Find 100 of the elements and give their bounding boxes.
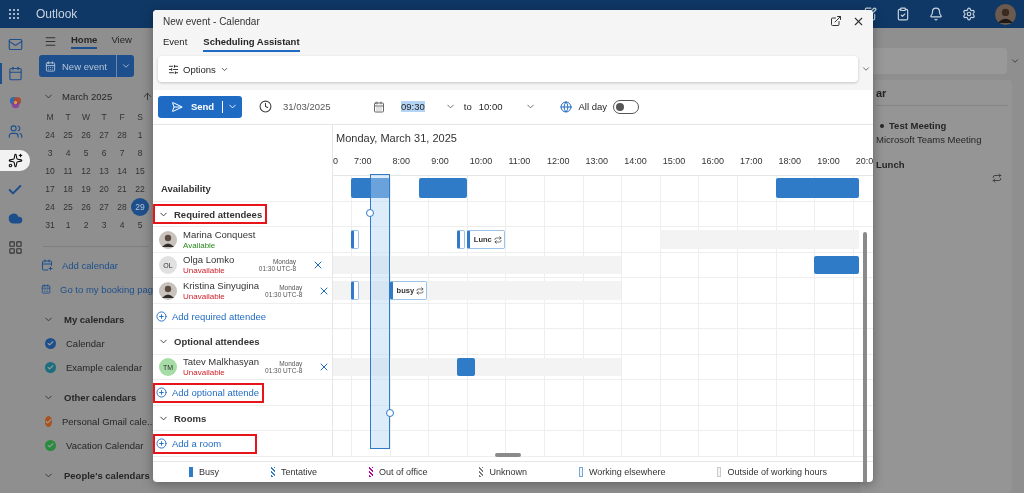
event-title[interactable]: Lunch [876,159,905,170]
calendar-day[interactable]: 27 [95,198,113,216]
send-button[interactable]: Send [158,95,242,118]
group-title[interactable]: Other calendars [64,391,137,403]
date-field[interactable]: 31/03/2025 [283,101,373,113]
calendar-day[interactable]: 12 [77,162,95,180]
calendar-day[interactable]: 24 [41,198,59,216]
tab[interactable]: Event [163,32,188,52]
add-link[interactable]: Add a room [153,433,257,454]
ribbon-tab[interactable]: View [111,33,132,49]
calendar-day[interactable]: 27 [95,126,113,144]
globe-icon[interactable] [559,100,572,113]
mail-icon[interactable] [7,37,23,52]
start-time-field[interactable]: 09:30 [401,101,425,113]
calendar-name[interactable]: Calendar [66,337,105,349]
app-launcher-icon[interactable] [8,8,20,20]
notifications-icon[interactable] [929,7,943,21]
calendar-day[interactable]: 6 [95,144,113,162]
plus-icon[interactable] [156,438,167,450]
profile-avatar[interactable] [995,3,1016,25]
calendar-color-check[interactable] [45,361,56,373]
add-calendar-icon[interactable] [41,259,53,271]
rail-button[interactable] [0,150,30,171]
group-title[interactable]: My calendars [64,313,125,325]
calendar-day[interactable]: 3 [95,216,113,234]
chevron-icon[interactable] [1010,56,1020,66]
calendar-day[interactable]: 5 [77,144,95,162]
clipboard-icon[interactable] [896,7,910,21]
scrollbar[interactable] [495,452,521,457]
calendar-day[interactable]: 20 [95,180,113,198]
calendar-day[interactable]: 18 [59,180,77,198]
calendar-name[interactable]: Personal Gmail cale... [62,415,155,427]
calendar-day[interactable]: 29 [131,198,149,216]
calendar-icon[interactable] [41,283,52,295]
sidebar-link[interactable]: Add calendar [62,259,118,271]
calendar-day[interactable]: 8 [131,144,149,162]
tab[interactable]: Scheduling Assistant [203,32,300,52]
sliders-icon[interactable] [168,63,179,75]
calendar-day[interactable]: 31 [41,216,59,234]
calendar-day[interactable]: 11 [59,162,77,180]
new-event-button[interactable]: New event [39,55,134,77]
group-title[interactable]: People's calendars [64,469,150,481]
calendar-icon[interactable] [45,60,56,72]
calendar-day[interactable]: 13 [95,162,113,180]
apps-icon[interactable] [7,240,23,255]
calendar-day[interactable]: 28 [113,126,131,144]
calendar-day[interactable]: 4 [59,144,77,162]
calendar-day[interactable]: 15 [131,162,149,180]
calendar-color-check[interactable] [45,415,52,427]
section-header[interactable]: Rooms [153,408,257,429]
menu-icon[interactable] [44,34,57,48]
calendar-day[interactable]: 19 [77,180,95,198]
calendar-day[interactable]: 25 [59,126,77,144]
cloud-icon[interactable] [7,211,23,226]
people-icon[interactable] [7,124,23,139]
chevron-icon[interactable] [861,64,871,74]
all-day-toggle[interactable] [613,99,639,114]
up-arrow-icon[interactable] [142,91,153,102]
calendar-day[interactable]: 17 [41,180,59,198]
calendar-name[interactable]: Example calendar [66,361,143,373]
ribbon-tab[interactable]: Home [71,33,98,49]
section-header[interactable]: Optional attendees [153,331,265,352]
plus-icon[interactable] [156,387,167,399]
settings-icon[interactable] [962,7,976,21]
calendar-name[interactable]: Vacation Calendar [66,439,144,451]
calendar-day[interactable]: 21 [113,180,131,198]
calendar-day[interactable]: 1 [59,216,77,234]
plus-icon[interactable] [156,310,167,322]
calendar-day[interactable]: 28 [113,198,131,216]
scrollbar[interactable] [863,232,867,482]
calendar-icon[interactable] [7,66,23,81]
pop-out-icon[interactable] [830,15,842,27]
flower-icon[interactable] [7,95,23,110]
section-header[interactable]: Required attendees [153,204,268,225]
calendar-day[interactable]: 26 [77,126,95,144]
calendar-color-check[interactable] [45,439,56,451]
calendar-day[interactable]: 1 [131,126,149,144]
caret-icon[interactable] [120,61,131,71]
sidebar-link[interactable]: Go to my booking pag [60,283,153,295]
resize-handle[interactable] [366,209,375,218]
calendar-day[interactable]: 24 [41,126,59,144]
send-icon[interactable] [171,100,183,113]
calendar-day[interactable]: 5 [131,216,149,234]
options-button[interactable]: Options [168,63,229,75]
end-time-field[interactable]: 10:00 [478,101,503,113]
calendar-day[interactable]: 14 [113,162,131,180]
resize-handle[interactable] [385,409,394,418]
calendar-day[interactable]: 25 [59,198,77,216]
calendar-color-check[interactable] [45,337,56,349]
event-title[interactable]: Test Meeting [889,120,947,131]
calendar-day[interactable]: 26 [77,198,95,216]
add-link[interactable]: Add required attendee [153,306,272,327]
sparkle-icon[interactable] [7,153,23,168]
calendar-day[interactable]: 3 [41,144,59,162]
calendar-day[interactable]: 4 [113,216,131,234]
calendar-icon[interactable] [373,100,385,113]
calendar-day[interactable]: 2 [77,216,95,234]
add-link[interactable]: Add optional attende [153,382,265,403]
calendar-day[interactable]: 22 [131,180,149,198]
calendar-day[interactable]: 10 [41,162,59,180]
